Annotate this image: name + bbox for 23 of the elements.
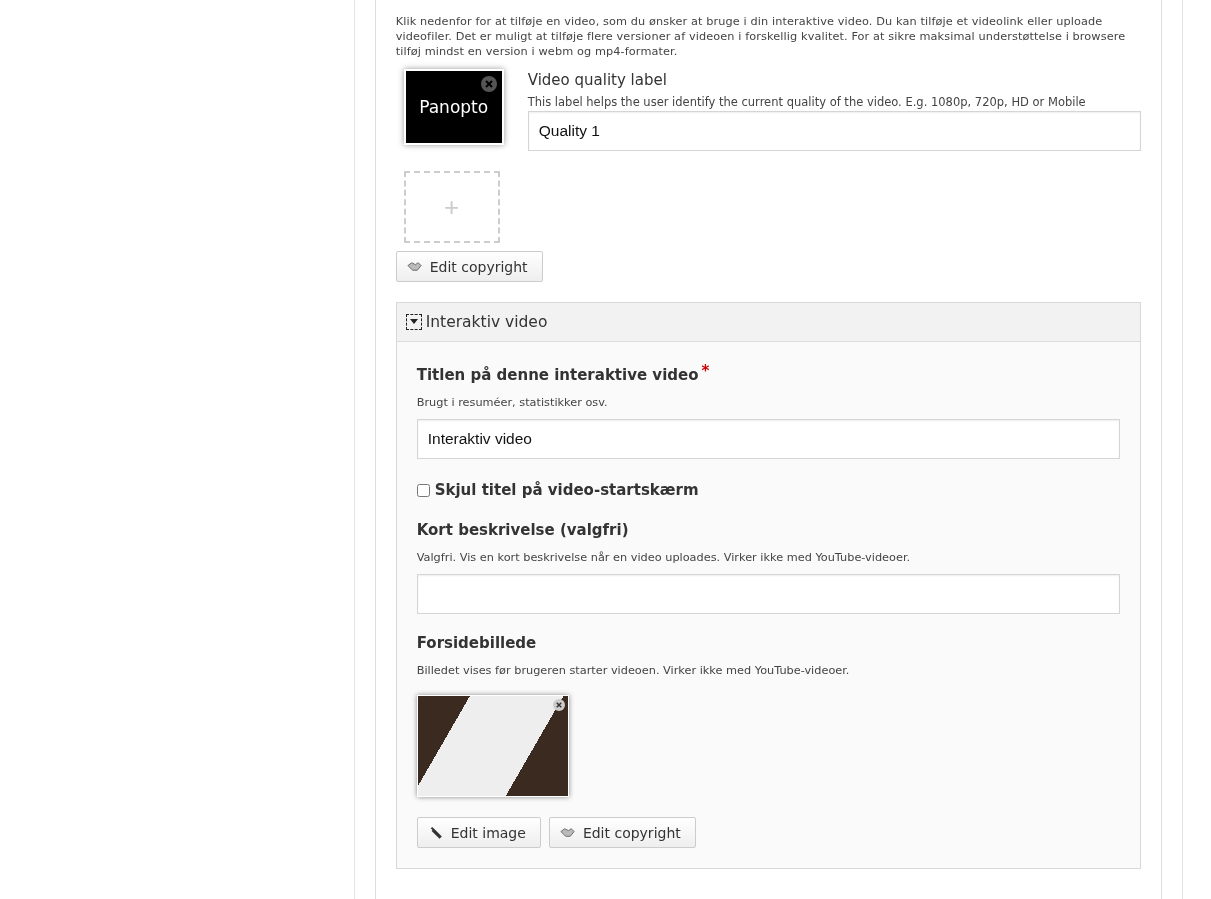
video-thumbnail[interactable]: Panopto (403, 69, 504, 145)
group-header[interactable]: Interaktiv video (396, 303, 1141, 342)
field-label: Video quality label (527, 71, 668, 89)
field-label: Titlen på denne interaktive video (416, 366, 699, 384)
field-description: Klik nedenfor for at tilføje en video, som du ønsker at bruge i din interaktive video. Du kan tilføje et videolink eller uploade videofiler. Det er muligt at tilføje flere versioner af videoen i forskellig kvalitet. For at sikre maksimal understøttelse i browsere tilføj mindst en version i webm og mp4-formater. (395, 14, 1127, 59)
checkbox-label: Skjul titel på video-startskærm (434, 481, 699, 499)
required-mark: * (701, 362, 710, 380)
field-description: Billedet vises før brugeren starter videoen. Virker ikke med YouTube-videoer. (416, 664, 851, 677)
description-input-field[interactable] (416, 574, 1121, 614)
field-label: Kort beskrivelse (valgfri) (416, 521, 629, 539)
edit-copyright-button[interactable]: Edit copyright (395, 251, 543, 282)
field-label: Forsidebillede (416, 634, 537, 652)
title-input-field[interactable]: Interaktiv video (416, 419, 1121, 459)
field-description: Valgfri. Vis en kort beskrivelse når en video uploades. Virker ikke med YouTube-videoer. (416, 551, 912, 564)
field-description: This label helps the user identify the current quality of the video. E.g. 1080p, 720p, HD or Mobile (527, 95, 1087, 109)
quality-input-field[interactable]: Quality 1 (527, 111, 1142, 151)
edit-copyright-button[interactable]: Edit copyright (548, 817, 696, 848)
group-title: Interaktiv video (425, 313, 548, 331)
edit-image-button[interactable]: Edit image (416, 817, 541, 848)
remove-icon[interactable] (552, 699, 565, 711)
hide-title-checkbox[interactable] (416, 483, 430, 497)
field-description: Brugt i resuméer, statistikker osv. (416, 396, 609, 409)
caret-icon[interactable] (405, 314, 422, 330)
